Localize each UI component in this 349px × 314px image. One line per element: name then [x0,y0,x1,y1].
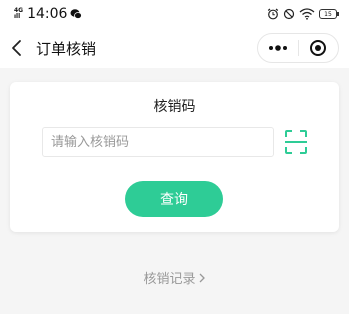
query-button[interactable]: 查询 [125,181,223,217]
signal-indicator: 4G ıll [14,8,23,20]
mute-icon [283,8,295,20]
wifi-icon [299,8,315,20]
card-title: 核销码 [153,99,196,115]
target-close-icon [310,40,327,56]
more-dots-icon [268,45,287,51]
verification-code-input[interactable] [42,127,274,157]
back-icon[interactable] [10,38,24,58]
close-mini-program-button[interactable] [298,34,338,62]
status-right: 15 [267,6,339,22]
records-link-label: 核销记录 [143,272,196,287]
wechat-icon [70,9,83,19]
battery-indicator: 15 [319,9,339,19]
signal-bars-label: ıll [14,13,21,20]
page-title: 订单核销 [36,40,97,58]
nav-bar: 订单核销 [0,28,349,68]
alarm-icon [267,8,279,20]
scan-icon[interactable] [284,129,308,155]
chevron-right-icon [199,273,205,282]
more-button[interactable] [258,34,298,62]
status-left: 4G ıll 14:06 [14,6,83,22]
mini-program-capsule [257,33,339,63]
verification-card: 核销码 查询 [10,82,339,232]
status-bar: 4G ıll 14:06 15 [0,0,349,28]
verification-records-link[interactable]: 核销记录 [0,268,349,287]
status-time: 14:06 [27,6,68,22]
